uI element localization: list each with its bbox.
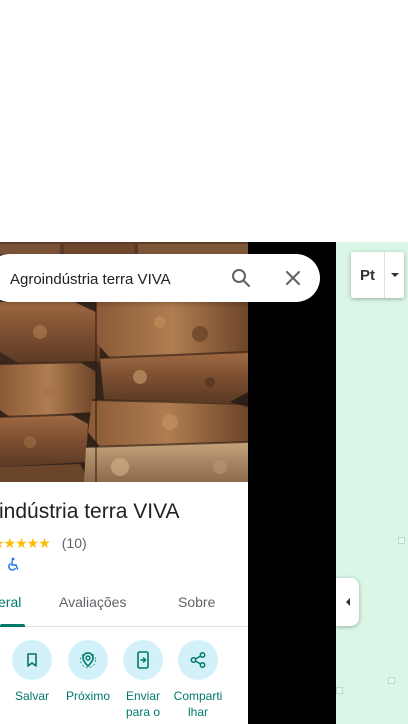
chevron-left-icon [345, 598, 350, 606]
search-input[interactable] [8, 268, 222, 290]
share-button[interactable]: Comparti lhar [170, 640, 226, 720]
layer-label: Pt [360, 266, 375, 284]
share-circle [178, 640, 218, 680]
nearby-label: Próximo [65, 689, 110, 703]
tab-overview[interactable]: eral [0, 594, 21, 610]
active-tab-indicator [0, 624, 25, 627]
nearby-icon [80, 652, 96, 668]
place-title: indústria terra VIVA [0, 500, 180, 523]
send-label: Enviar para o [125, 689, 161, 719]
map-marker-dot [388, 677, 395, 684]
save-circle [12, 640, 52, 680]
rating-row[interactable]: ★★★★★ (10) [0, 533, 87, 553]
send-to-phone-icon [137, 651, 149, 669]
search-box[interactable] [0, 254, 320, 302]
layer-dropdown-button[interactable] [385, 252, 404, 298]
share-icon [190, 652, 206, 668]
nearby-button[interactable]: Próximo [60, 640, 116, 704]
search-button[interactable] [223, 260, 259, 296]
maps-page: Pt Agroindústria terra VIVA indústria te… [0, 0, 408, 724]
save-button[interactable]: Salvar [4, 640, 60, 704]
send-to-phone-button[interactable]: Enviar para o [115, 640, 171, 720]
place-tabs: eral Avaliações Sobre [0, 590, 248, 627]
language-layer-control[interactable]: Pt [351, 252, 404, 298]
nearby-circle [68, 640, 108, 680]
map-marker-dot [398, 537, 405, 544]
map-canvas[interactable] [336, 242, 408, 724]
map-marker-dot [336, 687, 343, 694]
bookmark-icon [27, 653, 37, 667]
share-label: Comparti lhar [173, 689, 223, 719]
collapse-panel-button[interactable] [336, 578, 359, 626]
star-rating: ★★★★★ [0, 534, 51, 551]
search-icon [232, 269, 250, 287]
clear-search-button[interactable] [275, 260, 311, 296]
send-circle [123, 640, 163, 680]
place-meta-row: · [0, 555, 20, 573]
tab-reviews[interactable]: Avaliações [59, 594, 126, 610]
save-label: Salvar [14, 689, 49, 703]
tab-about[interactable]: Sobre [178, 594, 215, 610]
dropdown-arrow-icon [390, 273, 399, 277]
review-count[interactable]: (10) [62, 535, 87, 551]
close-icon [286, 271, 300, 285]
wheelchair-icon [8, 557, 19, 571]
layer-button[interactable]: Pt [351, 252, 385, 298]
